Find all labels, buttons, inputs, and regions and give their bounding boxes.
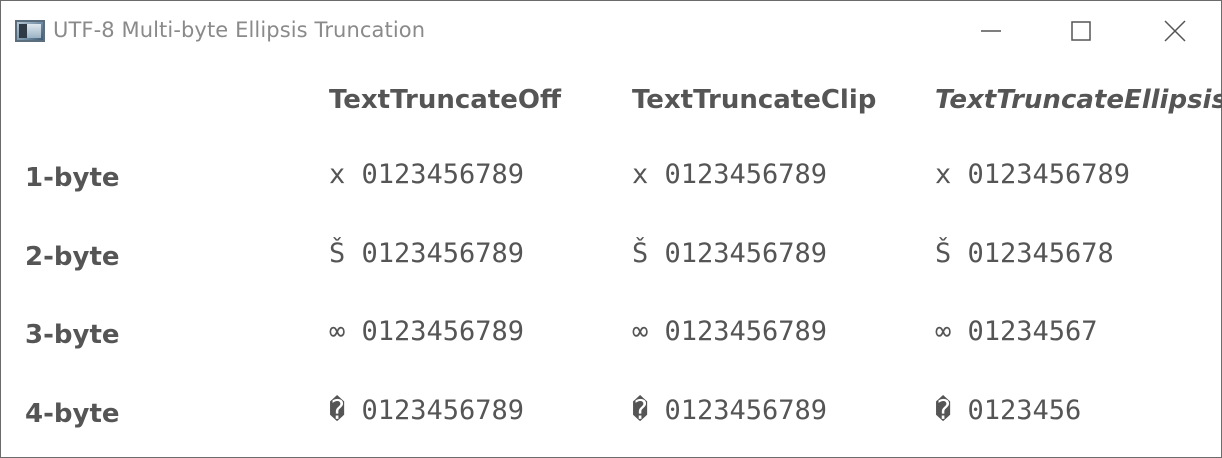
- cell-1-byte-clip: x 0123456789: [632, 159, 828, 190]
- minimize-button[interactable]: [971, 15, 1011, 47]
- cell-1-byte-off: x 0123456789: [329, 159, 525, 190]
- title-bar[interactable]: UTF-8 Multi-byte Ellipsis Truncation: [1, 1, 1221, 63]
- cell-2-byte-off: Š 0123456789: [329, 238, 525, 269]
- column-header-truncate-clip: TextTruncateClip: [632, 85, 877, 115]
- close-button[interactable]: [1155, 15, 1195, 47]
- column-header-truncate-off: TextTruncateOff: [329, 85, 562, 115]
- column-header-truncate-ellipsis: TextTruncateEllipsis: [935, 85, 1222, 115]
- app-window: UTF-8 Multi-byte Ellipsis Truncation Tex…: [0, 0, 1222, 458]
- row-label-3-byte: 3-byte: [25, 320, 120, 350]
- close-icon: [1164, 20, 1186, 42]
- row-label-1-byte: 1-byte: [25, 163, 120, 193]
- cell-1-byte-ellipsis: x 0123456789: [935, 159, 1131, 190]
- row-label-4-byte: 4-byte: [25, 399, 120, 429]
- maximize-icon: [1071, 21, 1091, 41]
- cell-4-byte-off: � 0123456789: [329, 395, 525, 426]
- row-label-2-byte: 2-byte: [25, 242, 120, 272]
- maximize-button[interactable]: [1061, 15, 1101, 47]
- cell-3-byte-ellipsis: ∞ 01234567: [935, 316, 1098, 347]
- cell-2-byte-ellipsis: Š 012345678: [935, 238, 1114, 269]
- window-title: UTF-8 Multi-byte Ellipsis Truncation: [53, 18, 426, 42]
- cell-4-byte-clip: � 0123456789: [632, 395, 828, 426]
- cell-3-byte-off: ∞ 0123456789: [329, 316, 525, 347]
- minimize-icon: [981, 30, 1001, 32]
- truncation-table: TextTruncateOff TextTruncateClip TextTru…: [1, 63, 1222, 457]
- cell-4-byte-ellipsis: � 0123456: [935, 395, 1082, 426]
- app-icon[interactable]: [15, 20, 45, 42]
- cell-2-byte-clip: Š 0123456789: [632, 238, 828, 269]
- cell-3-byte-clip: ∞ 0123456789: [632, 316, 828, 347]
